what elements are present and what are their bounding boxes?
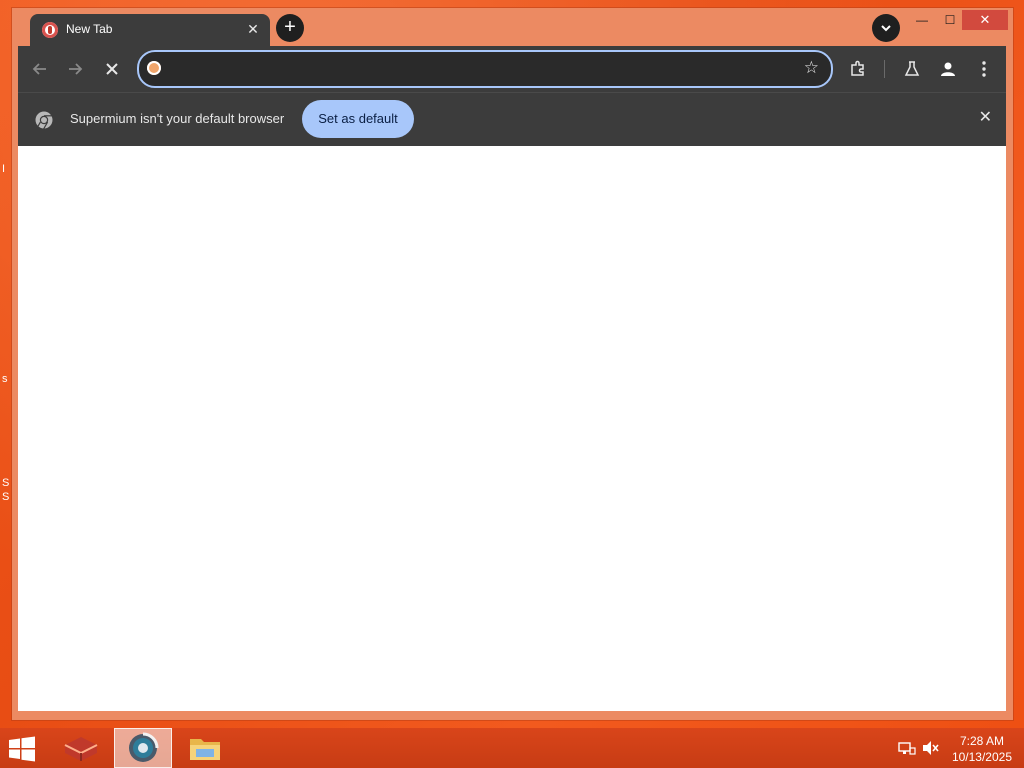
infobar-close-icon[interactable]: ✕	[979, 108, 992, 128]
arrow-left-icon	[32, 63, 46, 75]
page-content[interactable]	[18, 146, 1006, 711]
infobar-message: Supermium isn't your default browser	[70, 111, 285, 126]
minimize-button[interactable]: —	[908, 10, 936, 30]
back-button[interactable]	[26, 55, 54, 83]
clock-time: 7:28 AM	[959, 734, 1004, 748]
windows-logo-icon	[9, 736, 35, 762]
more-vertical-icon	[982, 61, 986, 77]
labs-button[interactable]	[898, 55, 926, 83]
folder-icon	[190, 739, 220, 760]
taskbar-file-explorer[interactable]	[176, 728, 234, 768]
tab-close-icon[interactable]: ✕	[244, 20, 262, 38]
bookmark-star-icon[interactable]: ☆	[804, 58, 819, 78]
extensions-button[interactable]	[844, 55, 872, 83]
start-button[interactable]	[8, 736, 36, 762]
flask-icon	[904, 61, 920, 76]
site-info-icon[interactable]	[147, 61, 161, 75]
stop-loading-button[interactable]	[98, 55, 126, 83]
maximize-button[interactable]: ☐	[936, 10, 964, 30]
browser-window: New Tab ✕ + — ☐ ✕ ☆ Supermium isn't your…	[12, 8, 1013, 720]
tab-new-tab[interactable]: New Tab ✕	[30, 14, 270, 46]
taskbar: 7:28 AM 10/13/2025	[0, 728, 1024, 768]
desktop-icon-label-fragment: s	[2, 373, 8, 385]
default-browser-infobar: Supermium isn't your default browser Set…	[18, 92, 1006, 146]
browser-toolbar: ☆	[18, 46, 1006, 92]
menu-button[interactable]	[970, 55, 998, 83]
close-window-button[interactable]: ✕	[962, 10, 1008, 30]
set-as-default-button[interactable]: Set as default	[302, 100, 414, 138]
chrome-logo-icon	[34, 110, 54, 135]
puzzle-icon	[851, 60, 864, 76]
taskbar-app-launcher[interactable]	[52, 728, 110, 768]
toolbar-divider	[884, 60, 885, 78]
clock-date: 10/13/2025	[951, 750, 1012, 764]
close-icon	[106, 63, 118, 75]
network-icon[interactable]	[898, 740, 916, 756]
tab-search-button[interactable]	[872, 14, 900, 42]
title-bar[interactable]: New Tab ✕ + — ☐ ✕	[12, 8, 1013, 46]
taskbar-supermium-browser[interactable]	[114, 728, 172, 768]
app-launcher-icon	[64, 737, 98, 761]
profile-button[interactable]	[934, 55, 962, 83]
address-input[interactable]	[171, 56, 775, 82]
desktop-icon-label-fragment: SS	[2, 477, 10, 503]
arrow-right-icon	[69, 63, 83, 75]
volume-muted-icon[interactable]	[922, 740, 940, 756]
chevron-down-icon	[881, 25, 891, 32]
system-clock[interactable]: 7:28 AM 10/13/2025	[952, 733, 1012, 765]
new-tab-button[interactable]: +	[276, 14, 304, 42]
supermium-browser-icon	[129, 732, 159, 762]
address-bar[interactable]: ☆	[137, 50, 833, 88]
tab-title: New Tab	[66, 22, 113, 36]
supermium-favicon-icon	[42, 22, 58, 38]
desktop-icon-label-fragment: I	[2, 163, 6, 175]
person-icon	[941, 62, 955, 76]
forward-button[interactable]	[61, 55, 89, 83]
